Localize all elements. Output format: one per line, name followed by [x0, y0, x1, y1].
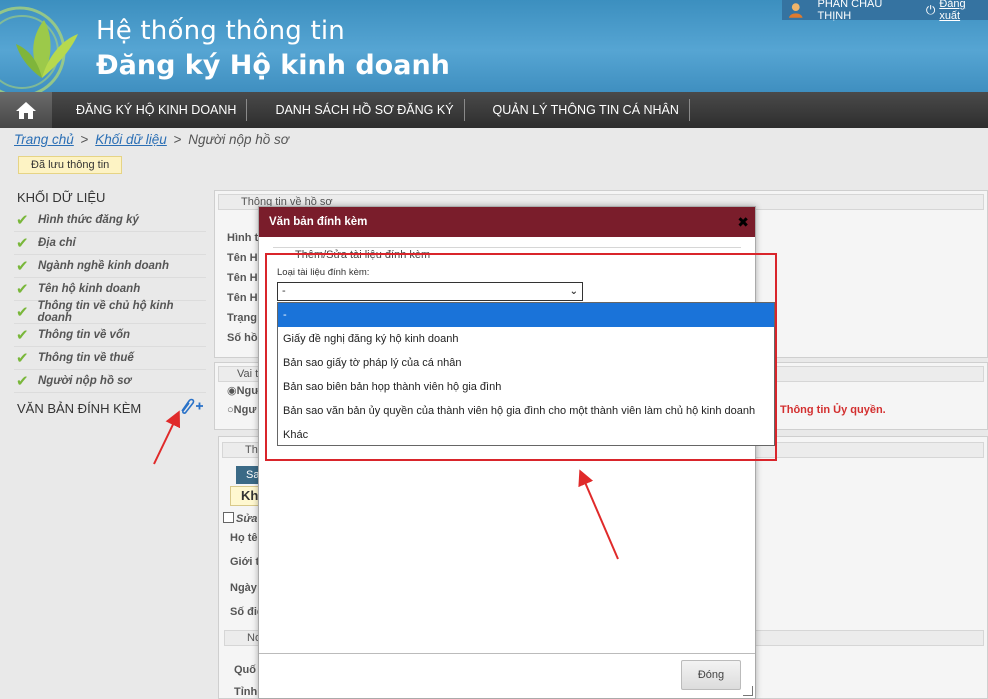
annotation-arrow-right — [578, 469, 619, 560]
annotation-arrows — [153, 410, 619, 560]
annotation-arrow-left — [153, 410, 181, 465]
